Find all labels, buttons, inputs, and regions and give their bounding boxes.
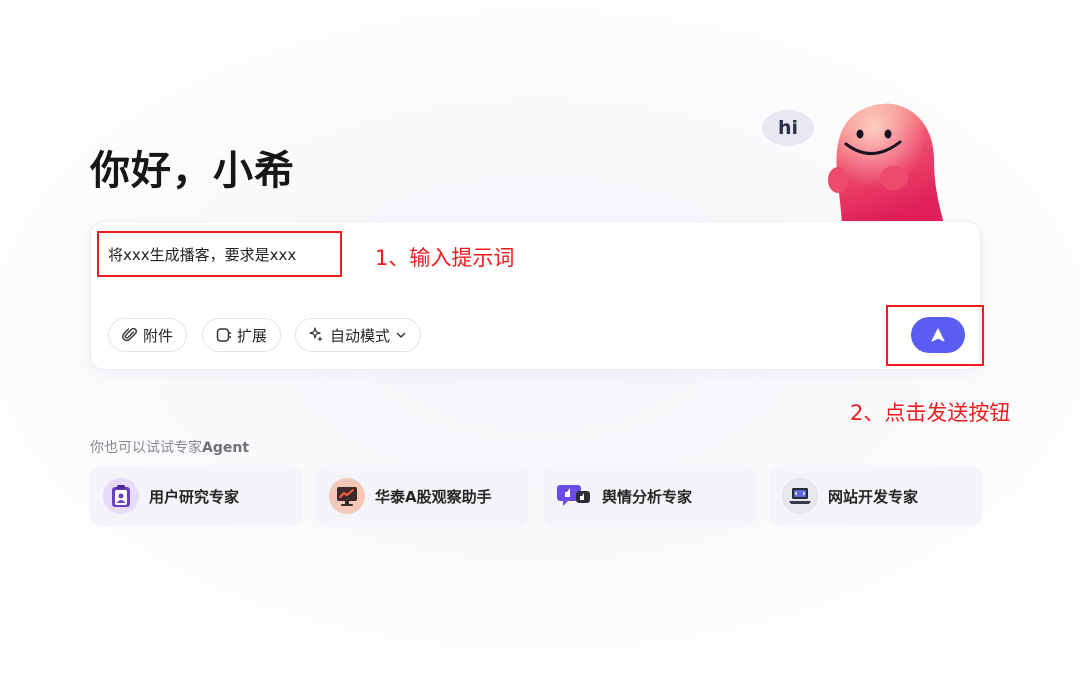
chevron-down-icon — [395, 329, 407, 341]
extend-button[interactable]: 扩展 — [202, 318, 282, 352]
attach-label: 附件 — [143, 326, 174, 345]
expert-label: 舆情分析专家 — [602, 487, 693, 506]
annotation-box-input — [97, 231, 342, 277]
paperclip-icon — [122, 327, 138, 343]
sparkle-mode-icon — [309, 327, 325, 343]
mode-label: 自动模式 — [330, 326, 391, 345]
stock-chart-icon — [329, 478, 365, 514]
expert-section-title: 你也可以试试专家Agent — [90, 437, 249, 457]
mascot-illustration — [828, 103, 944, 224]
expert-label: 网站开发专家 — [828, 487, 919, 506]
annotation-step2: 2、点击发送按钮 — [850, 401, 1011, 425]
attach-button[interactable]: 附件 — [108, 318, 188, 352]
thumbs-up-chat-icon — [556, 478, 592, 514]
greeting-title: 你好，小希 — [90, 148, 295, 194]
clipboard-user-icon — [103, 478, 139, 514]
laptop-code-icon — [782, 478, 818, 514]
mode-dropdown[interactable]: 自动模式 — [295, 318, 422, 352]
annotation-box-send — [886, 305, 984, 366]
expert-card-sentiment[interactable]: 舆情分析专家 — [543, 465, 756, 527]
extend-label: 扩展 — [237, 326, 268, 345]
hi-bubble-text: hi — [777, 117, 799, 139]
expert-title-prefix: 你也可以试试专家 — [90, 440, 202, 456]
expert-title-suffix: Agent — [202, 440, 250, 456]
expert-card-web-dev[interactable]: 网站开发专家 — [769, 465, 982, 527]
expert-label: 用户研究专家 — [149, 487, 240, 506]
annotation-step1: 1、输入提示词 — [375, 246, 515, 270]
expert-card-stock-assistant[interactable]: 华泰A股观察助手 — [316, 465, 529, 527]
expert-label: 华泰A股观察助手 — [375, 487, 492, 506]
hi-speech-bubble: hi — [762, 110, 814, 146]
expert-card-user-research[interactable]: 用户研究专家 — [90, 465, 303, 527]
extension-icon — [216, 327, 232, 343]
